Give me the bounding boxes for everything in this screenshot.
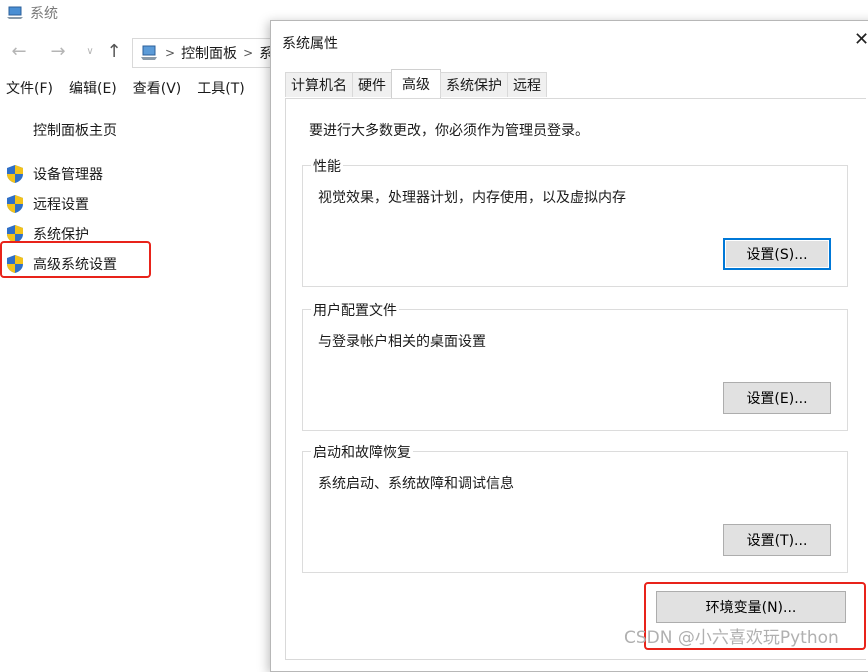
- tab-advanced[interactable]: 高级: [391, 69, 441, 98]
- admin-note: 要进行大多数更改，你必须作为管理员登录。: [309, 123, 589, 139]
- shield-icon: [7, 195, 23, 213]
- breadcrumb-control-panel[interactable]: 控制面板: [181, 43, 237, 63]
- shield-icon: [7, 165, 23, 183]
- menu-view[interactable]: 查看(V): [133, 78, 182, 98]
- menu-tools[interactable]: 工具(T): [197, 78, 244, 98]
- close-icon[interactable]: ✕: [854, 30, 868, 50]
- side-link-device-manager[interactable]: 设备管理器: [6, 162, 103, 186]
- back-arrow-icon[interactable]: ←: [9, 42, 29, 62]
- computer-icon: [141, 45, 157, 60]
- window-title: 系统: [6, 4, 58, 22]
- watermark: CSDN @小六喜欢玩Python: [624, 628, 839, 648]
- red-highlight-box: [0, 241, 151, 278]
- advanced-tab-panel: 要进行大多数更改，你必须作为管理员登录。 性能 视觉效果，处理器计划，内存使用，…: [285, 98, 866, 660]
- tab-label: 硬件: [358, 78, 386, 94]
- startup-recovery-settings-button[interactable]: 设置(T)...: [723, 524, 831, 556]
- tab-strip: 计算机名 硬件 高级 系统保护 远程: [285, 69, 547, 98]
- side-link-label: 设备管理器: [33, 167, 103, 183]
- tab-system-protection[interactable]: 系统保护: [440, 72, 508, 97]
- group-description: 与登录帐户相关的桌面设置: [318, 334, 486, 350]
- window-title-text: 系统: [30, 6, 58, 22]
- startup-recovery-group: 启动和故障恢复 系统启动、系统故障和调试信息 设置(T)...: [302, 442, 848, 573]
- tab-remote[interactable]: 远程: [507, 72, 547, 97]
- computer-icon: [7, 6, 23, 19]
- control-panel-home-link[interactable]: 控制面板主页: [33, 120, 117, 140]
- performance-group: 性能 视觉效果，处理器计划，内存使用，以及虚拟内存 设置(S)...: [302, 156, 848, 287]
- up-arrow-icon[interactable]: ↑: [104, 42, 124, 62]
- group-title: 启动和故障恢复: [311, 442, 413, 462]
- menu-file[interactable]: 文件(F): [6, 78, 53, 98]
- group-title: 性能: [311, 156, 343, 176]
- performance-settings-button[interactable]: 设置(S)...: [723, 238, 831, 270]
- group-description: 视觉效果，处理器计划，内存使用，以及虚拟内存: [318, 190, 626, 206]
- tab-label: 高级: [402, 77, 430, 93]
- user-profiles-group: 用户配置文件 与登录帐户相关的桌面设置 设置(E)...: [302, 300, 848, 431]
- tab-label: 系统保护: [446, 78, 502, 94]
- dialog-titlebar: 系统属性 ✕: [271, 21, 868, 61]
- user-profiles-settings-button[interactable]: 设置(E)...: [723, 382, 831, 414]
- tab-computer-name[interactable]: 计算机名: [285, 72, 353, 97]
- system-properties-dialog: 系统属性 ✕ 计算机名 硬件 高级 系统保护 远程 要进行大多数更改，你必须作为…: [270, 20, 868, 672]
- chevron-down-icon[interactable]: ∨: [80, 42, 100, 62]
- breadcrumb-separator-icon: >: [165, 46, 176, 60]
- forward-arrow-icon[interactable]: →: [48, 42, 68, 62]
- dialog-title: 系统属性: [282, 36, 338, 52]
- navigation-bar: ← → ∨ ↑ > 控制面板 > 系: [0, 38, 303, 68]
- menu-bar: 文件(F) 编辑(E) 查看(V) 工具(T): [6, 78, 261, 98]
- menu-edit[interactable]: 编辑(E): [69, 78, 117, 98]
- side-link-remote-settings[interactable]: 远程设置: [6, 192, 89, 216]
- side-link-label: 远程设置: [33, 197, 89, 213]
- tab-hardware[interactable]: 硬件: [352, 72, 392, 97]
- group-description: 系统启动、系统故障和调试信息: [318, 476, 514, 492]
- breadcrumb-separator-icon: >: [243, 46, 254, 60]
- tab-label: 计算机名: [291, 78, 347, 94]
- group-title: 用户配置文件: [311, 300, 399, 320]
- tab-label: 远程: [513, 78, 541, 94]
